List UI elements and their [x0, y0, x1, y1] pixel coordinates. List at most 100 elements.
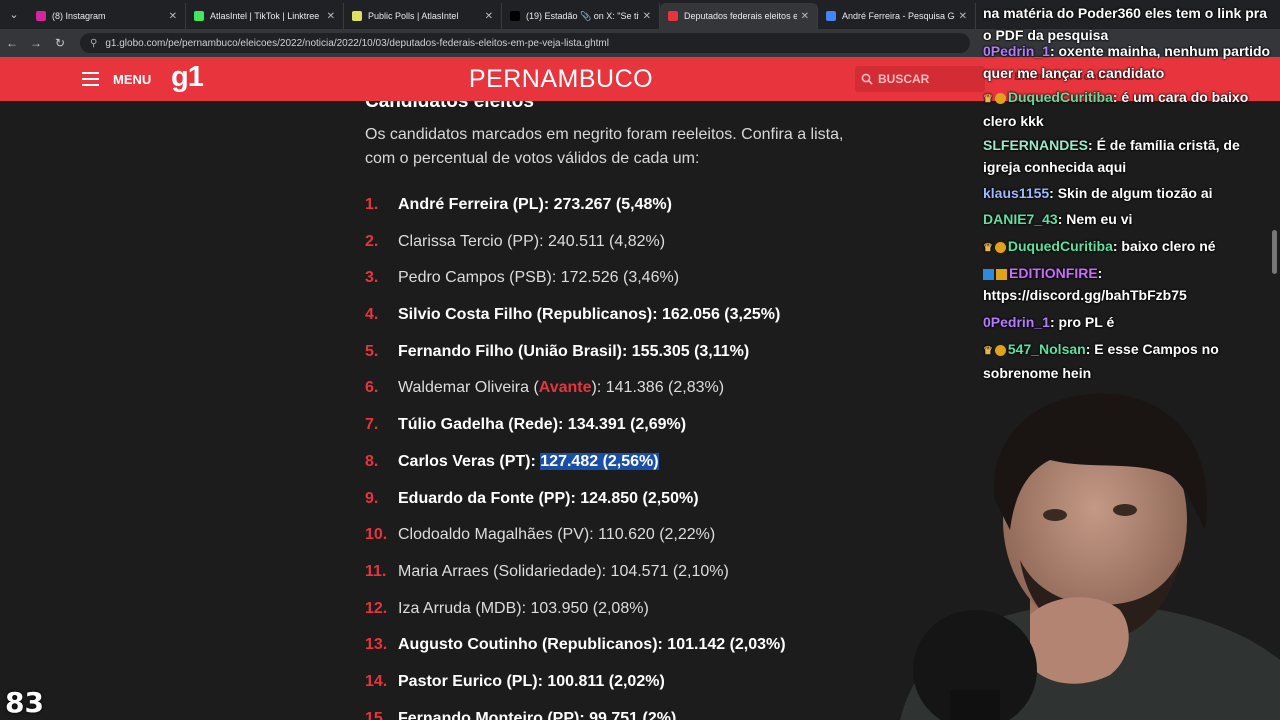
page-scrollbar[interactable]	[1272, 230, 1277, 274]
section-heading: Candidatos eleitos	[365, 101, 534, 112]
browser-tab[interactable]: Public Polls | AtlasIntel ✕	[344, 3, 502, 29]
tab-title: André Ferreira - Pesquisa Goog	[842, 11, 955, 21]
chat-message: ♛ DuquedCuritiba: é um cara do baixo cler…	[983, 86, 1273, 132]
chat-message: ♛ DuquedCuritiba: baixo clero né	[983, 235, 1273, 259]
chat-username[interactable]: SLFERNANDES	[983, 137, 1088, 153]
url-text: g1.globo.com/pe/pernambuco/eleicoes/2022…	[105, 37, 609, 49]
candidate-text: Augusto Coutinho (Republicanos): 101.142…	[398, 636, 786, 654]
sub-badge-icon	[994, 92, 1006, 104]
tab-favicon-icon	[826, 11, 836, 21]
close-tab-icon[interactable]: ✕	[169, 11, 177, 22]
candidate-text: Eduardo da Fonte (PP): 124.850 (2,50%)	[398, 489, 699, 507]
candidate-text-part: Carlos Veras (PT):	[398, 452, 541, 470]
candidate-item: 4. Silvio Costa Filho (Republicanos): 162…	[365, 306, 786, 343]
candidate-item: 13. Augusto Coutinho (Republicanos): 101.…	[365, 636, 786, 673]
browser-tab[interactable]: André Ferreira - Pesquisa Goog ✕	[818, 3, 976, 29]
reload-icon[interactable]: ↻	[48, 36, 72, 50]
browser-tab[interactable]: (19) Estadão 📎 on X: "Se tiver ✕	[502, 3, 660, 29]
menu-button[interactable]: MENU	[113, 72, 151, 87]
g1-logo[interactable]: g1	[171, 61, 204, 94]
tab-favicon-icon	[352, 11, 362, 21]
sub-badge-icon	[996, 268, 1007, 280]
candidate-text: Pedro Campos (PSB): 172.526 (3,46%)	[398, 269, 680, 287]
candidate-item: 8. Carlos Veras (PT): 127.482 (2,56%)	[365, 452, 786, 490]
crown-badge-icon: ♛	[983, 242, 993, 254]
candidate-number: 4.	[365, 306, 379, 324]
chat-username[interactable]: EDITIONFIRE	[1009, 265, 1098, 281]
candidate-number: 2.	[365, 232, 379, 250]
stream-chat: na matéria do Poder360 eles tem o link p…	[975, 0, 1280, 390]
candidate-number: 7.	[365, 416, 379, 434]
chat-message: 0Pedrin_1: oxente mainha, nenhum partido…	[983, 40, 1273, 84]
hamburger-icon[interactable]	[82, 72, 99, 86]
candidate-item: 11. Maria Arraes (Solidariedade): 104.571…	[365, 563, 786, 600]
tab-title: (8) Instagram	[52, 11, 106, 21]
chat-username[interactable]: 0Pedrin_1	[983, 314, 1050, 330]
chat-username[interactable]: 547_Nolsan	[1008, 341, 1086, 357]
chat-message: 0Pedrin_1: pro PL é	[983, 311, 1273, 333]
tab-title: (19) Estadão 📎 on X: "Se tiver	[526, 10, 639, 21]
tab-favicon-icon	[510, 11, 520, 21]
candidate-text: Silvio Costa Filho (Republicanos): 162.0…	[398, 306, 781, 324]
candidate-number: 15.	[365, 709, 388, 720]
close-tab-icon[interactable]: ✕	[485, 11, 493, 22]
chat-username[interactable]: DANIE7_43	[983, 211, 1058, 227]
candidate-text-part: ): 141.386 (2,83%)	[591, 379, 725, 397]
selected-text: 127.482 (2,56%)	[540, 452, 659, 470]
candidate-item: 14. Pastor Eurico (PL): 100.811 (2,02%)	[365, 673, 786, 710]
candidate-number: 10.	[365, 526, 388, 544]
close-tab-icon[interactable]: ✕	[801, 11, 809, 22]
tab-search-button[interactable]: ⌄	[0, 0, 28, 29]
section-title[interactable]: PERNAMBUCO	[400, 65, 722, 94]
chat-username[interactable]: DuquedCuritiba	[1008, 238, 1113, 254]
article-body: Candidatos eleitos Os candidatos marcado…	[365, 101, 885, 720]
sub-badge-icon	[994, 344, 1006, 356]
candidate-item: 5. Fernando Filho (União Brasil): 155.305…	[365, 343, 786, 380]
close-tab-icon[interactable]: ✕	[327, 11, 335, 22]
sub-badge-icon	[994, 241, 1006, 253]
close-tab-icon[interactable]: ✕	[643, 11, 651, 22]
candidate-number: 1.	[365, 196, 379, 213]
candidate-list: 1. André Ferreira (PL): 273.267 (5,48%) 2.…	[365, 196, 786, 720]
chat-message: klaus1155: Skin de algum tiozão ai	[983, 182, 1273, 204]
chat-text: : pro PL é	[1049, 314, 1115, 330]
back-icon[interactable]: ←	[0, 36, 24, 50]
browser-tab[interactable]: AtlasIntel | TikTok | Linktree ✕	[186, 3, 344, 29]
candidate-text: Maria Arraes (Solidariedade): 104.571 (2…	[398, 562, 729, 580]
chat-message: DANIE7_43: Nem eu vi	[983, 208, 1273, 230]
chat-username[interactable]: klaus1155	[983, 185, 1049, 201]
candidate-item: 9. Eduardo da Fonte (PP): 124.850 (2,50%)	[365, 490, 786, 527]
tab-title: Public Polls | AtlasIntel	[368, 11, 459, 21]
candidate-text: Pastor Eurico (PL): 100.811 (2,02%)	[398, 672, 665, 690]
crown-badge-icon: ♛	[983, 345, 993, 357]
prime-badge-icon	[983, 268, 994, 280]
close-tab-icon[interactable]: ✕	[959, 11, 967, 22]
party-link[interactable]: Avante	[539, 379, 592, 396]
search-box[interactable]: BUSCAR	[855, 66, 985, 92]
chat-username[interactable]: 0Pedrin_1	[983, 43, 1050, 59]
candidate-number: 13.	[365, 636, 388, 654]
search-label: BUSCAR	[878, 72, 930, 86]
candidate-text: Fernando Filho (União Brasil): 155.305 (…	[398, 342, 750, 360]
candidate-item: 15. Fernando Monteiro (PP): 99.751 (2%)	[365, 710, 786, 720]
candidate-number: 3.	[365, 269, 379, 287]
chat-message: SLFERNANDES: É de família cristã, de igr…	[983, 134, 1273, 178]
candidate-text: Clarissa Tercio (PP): 240.511 (4,82%)	[398, 232, 666, 250]
candidate-number: 6.	[365, 379, 379, 397]
search-icon	[861, 73, 873, 85]
candidate-text: Túlio Gadelha (Rede): 134.391 (2,69%)	[398, 416, 687, 434]
chat-text: : Skin de algum tiozão ai	[1049, 185, 1213, 201]
browser-tab[interactable]: Deputados federais eleitos em ✕	[660, 3, 818, 29]
forward-icon[interactable]: →	[24, 36, 48, 50]
candidate-text: Clodoaldo Magalhães (PV): 110.620 (2,22%…	[398, 526, 716, 544]
chat-text: : Nem eu vi	[1057, 211, 1133, 227]
address-bar[interactable]: ⚲ g1.globo.com/pe/pernambuco/eleicoes/20…	[80, 33, 970, 53]
site-info-icon[interactable]: ⚲	[90, 38, 97, 49]
chat-text: : baixo clero né	[1112, 238, 1216, 254]
candidate-item: 2. Clarissa Tercio (PP): 240.511 (4,82%)	[365, 233, 786, 270]
candidate-item: 12. Iza Arruda (MDB): 103.950 (2,08%)	[365, 600, 786, 637]
browser-tab[interactable]: (8) Instagram ✕	[28, 3, 186, 29]
candidate-item: 1. André Ferreira (PL): 273.267 (5,48%)	[365, 196, 786, 233]
tab-favicon-icon	[36, 11, 46, 21]
chat-username[interactable]: DuquedCuritiba	[1008, 89, 1113, 105]
